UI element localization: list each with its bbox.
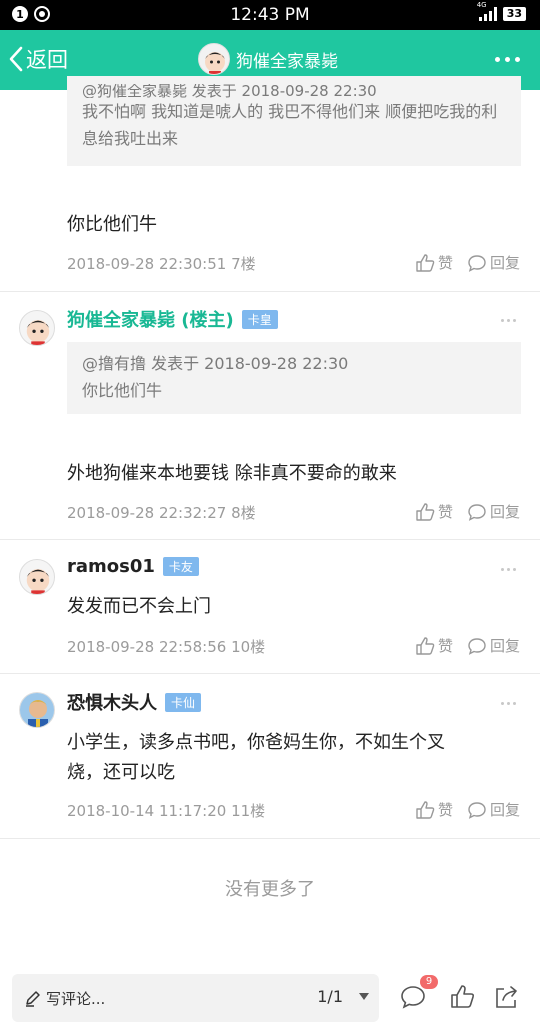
post-body: 外地狗催来本地要钱 除非真不要命的敢来 — [67, 463, 397, 484]
post-actions: 赞 回复 — [415, 252, 520, 273]
user-level-badge: 卡皇 — [241, 309, 278, 329]
more-menu-icon[interactable] — [495, 57, 520, 62]
post-actions: 赞 回复 — [415, 501, 520, 522]
nav-title[interactable]: 狗催全家暴毙 — [198, 43, 338, 75]
post-meta: 2018-10-14 11:17:20 11楼 — [67, 802, 266, 820]
bottom-action-bar: 写评论... 1/1 9 — [0, 965, 540, 1030]
username[interactable]: 恐惧木头人 卡仙 — [67, 689, 202, 715]
avatar[interactable] — [19, 310, 55, 346]
username[interactable]: 狗催全家暴毙 (楼主) 卡皇 — [67, 306, 278, 332]
avatar — [198, 43, 230, 75]
thumbs-up-icon[interactable] — [449, 984, 475, 1010]
thumbs-up-icon — [416, 800, 435, 819]
post-body-line: 小学生，读多点书吧，你爸妈生你，不如生个叉 — [67, 732, 445, 753]
reply-label: 回复 — [489, 801, 520, 819]
user-level-badge: 卡友 — [162, 557, 199, 576]
like-button[interactable]: 赞 — [415, 501, 453, 522]
page-title: 狗催全家暴毙 — [236, 51, 338, 72]
post-body: 你比他们牛 — [67, 214, 157, 235]
reply-post: 恐惧木头人 卡仙 小学生，读多点书吧，你爸妈生你，不如生个叉 烧，还可以吃 20… — [0, 674, 540, 839]
quote-text: 你比他们牛 — [82, 381, 163, 400]
clock: 12:43 PM — [230, 5, 310, 25]
pencil-icon — [26, 991, 40, 1007]
no-more-indicator: 没有更多了 — [225, 879, 315, 900]
post-actions: 赞 回复 — [415, 635, 520, 656]
post-meta: 2018-09-28 22:32:27 8楼 — [67, 504, 256, 522]
comment-placeholder: 写评论... — [46, 990, 106, 1008]
reply-label: 回复 — [489, 637, 520, 655]
username-text: ramos01 — [67, 556, 155, 577]
like-button[interactable]: 赞 — [415, 799, 453, 820]
more-options-icon[interactable] — [501, 702, 516, 705]
like-label: 赞 — [437, 503, 453, 521]
reply-post: 狗催全家暴毙 (楼主) 卡皇 @撸有撸 发表于 2018-09-28 22:30… — [0, 292, 540, 540]
back-label: 返回 — [26, 48, 68, 72]
avatar[interactable] — [19, 559, 55, 595]
status-bar: 1 12:43 PM 4G 33 — [0, 0, 540, 30]
user-level-badge: 卡仙 — [165, 692, 202, 712]
thumbs-up-icon — [416, 502, 435, 521]
comment-count-badge: 9 — [420, 975, 438, 989]
chevron-left-icon — [9, 46, 23, 72]
quote-text: 我不怕啊 我知道是唬人的 我巴不得他们来 顺便把吃我的利息给我吐出来 — [82, 102, 498, 148]
back-button[interactable]: 返回 — [8, 44, 68, 74]
quote-header: @狗催全家暴毙 发表于 2018-09-28 22:30 — [82, 84, 377, 98]
share-icon[interactable] — [493, 984, 519, 1010]
thumbs-up-icon — [416, 253, 435, 272]
username[interactable]: ramos01 卡友 — [67, 556, 199, 577]
quote-block: @狗催全家暴毙 发表于 2018-09-28 22:30 我不怕啊 我知道是唬人… — [67, 76, 521, 166]
comment-bubble-icon — [468, 254, 486, 272]
reply-button[interactable]: 回复 — [467, 252, 520, 273]
signal-icon: 4G — [477, 1, 497, 21]
post-actions: 赞 回复 — [415, 799, 520, 820]
reply-button[interactable]: 回复 — [467, 501, 520, 522]
battery-icon: 33 — [502, 7, 526, 21]
like-button[interactable]: 赞 — [415, 252, 453, 273]
more-options-icon[interactable] — [501, 319, 516, 322]
reply-post: @狗催全家暴毙 发表于 2018-09-28 22:30 我不怕啊 我知道是唬人… — [0, 76, 540, 292]
reply-post: ramos01 卡友 发发而已不会上门 2018-09-28 22:58:56 … — [0, 540, 540, 674]
reply-label: 回复 — [489, 254, 520, 272]
post-body: 发发而已不会上门 — [67, 596, 211, 617]
caret-down-icon[interactable] — [359, 993, 369, 1000]
avatar[interactable] — [19, 692, 55, 728]
page-indicator[interactable]: 1/1 — [317, 987, 343, 1006]
username-text: 恐惧木头人 — [67, 693, 157, 714]
comment-bubble-icon — [468, 637, 486, 655]
comment-input[interactable]: 写评论... 1/1 — [12, 974, 379, 1022]
like-label: 赞 — [437, 637, 453, 655]
quote-header: @撸有撸 发表于 2018-09-28 22:30 — [82, 354, 349, 373]
comments-icon[interactable] — [400, 984, 426, 1010]
quote-block: @撸有撸 发表于 2018-09-28 22:30 你比他们牛 — [67, 342, 521, 414]
like-label: 赞 — [437, 254, 453, 272]
like-label: 赞 — [437, 801, 453, 819]
thumbs-up-icon — [416, 636, 435, 655]
more-options-icon[interactable] — [501, 568, 516, 571]
comment-bubble-icon — [468, 801, 486, 819]
comment-bubble-icon — [468, 503, 486, 521]
post-meta: 2018-09-28 22:30:51 7楼 — [67, 255, 256, 273]
username-text: 狗催全家暴毙 (楼主) — [67, 310, 234, 331]
reply-button[interactable]: 回复 — [467, 635, 520, 656]
post-body-line: 烧，还可以吃 — [67, 762, 175, 783]
reply-button[interactable]: 回复 — [467, 799, 520, 820]
like-button[interactable]: 赞 — [415, 635, 453, 656]
post-meta: 2018-09-28 22:58:56 10楼 — [67, 638, 266, 656]
post-body: 小学生，读多点书吧，你爸妈生你，不如生个叉 烧，还可以吃 — [67, 728, 445, 788]
reply-label: 回复 — [489, 503, 520, 521]
